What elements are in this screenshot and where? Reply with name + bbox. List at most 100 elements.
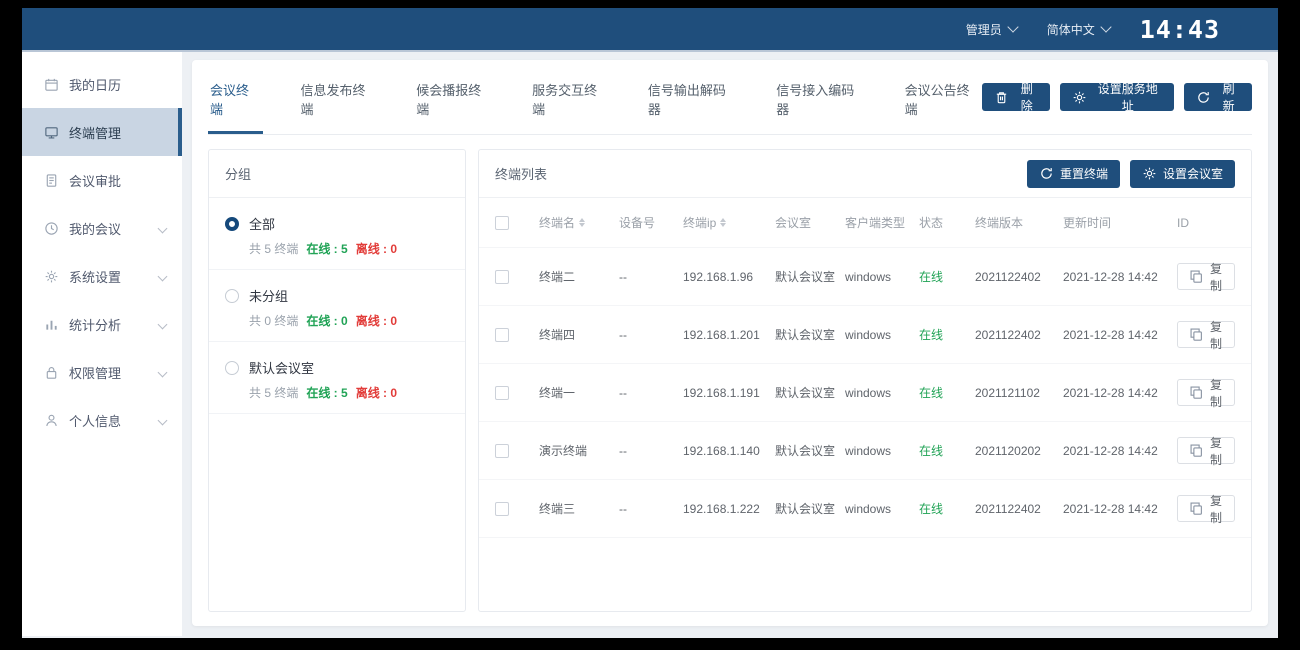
copy-id-button[interactable]: 复制 xyxy=(1177,494,1235,525)
group-total: 共 5 终端 xyxy=(249,242,299,256)
refresh-icon xyxy=(1196,90,1211,105)
copy-id-button[interactable]: 复制 xyxy=(1177,320,1235,351)
table-row: 终端三 -- 192.168.1.222 默认会议室 windows 在线 20… xyxy=(479,480,1251,538)
copy-icon xyxy=(1189,327,1204,342)
chevron-down-icon xyxy=(157,415,168,425)
copy-id-button[interactable]: 复制 xyxy=(1177,262,1235,293)
set-meeting-room-label: 设置会议室 xyxy=(1162,167,1223,181)
sidebar-item-label: 个人信息 xyxy=(69,413,122,429)
row-checkbox[interactable] xyxy=(495,385,509,400)
copy-id-button[interactable]: 复制 xyxy=(1177,378,1235,409)
cell-device-no: -- xyxy=(619,385,627,400)
tab-meeting-notice-terminal[interactable]: 会议公告终端 xyxy=(903,60,983,134)
tab-signal-input-encoder[interactable]: 信号接入编码器 xyxy=(774,60,866,134)
language-menu[interactable]: 简体中文 xyxy=(1046,21,1112,38)
delete-button-label: 删除 xyxy=(1020,82,1033,113)
cell-device-no: -- xyxy=(619,327,627,342)
copy-icon xyxy=(1189,385,1204,400)
gear-icon xyxy=(1142,166,1157,181)
tab-info-publish-terminal[interactable]: 信息发布终端 xyxy=(299,60,379,134)
cell-terminal-ip: 192.168.1.222 xyxy=(683,501,760,516)
radio-checked-icon[interactable] xyxy=(225,216,239,231)
tab-service-interaction-terminal[interactable]: 服务交互终端 xyxy=(530,60,610,134)
group-total: 共 5 终端 xyxy=(249,386,299,400)
set-meeting-room-button[interactable]: 设置会议室 xyxy=(1129,159,1235,188)
document-icon xyxy=(44,173,59,188)
delete-button[interactable]: 删除 xyxy=(982,82,1051,113)
group-total: 共 0 终端 xyxy=(249,314,299,328)
sidebar-item-label: 权限管理 xyxy=(69,365,122,381)
sidebar-item-system-settings[interactable]: 系统设置 xyxy=(22,252,182,300)
group-item-ungrouped[interactable]: 未分组 共 0 终端 在线 : 0 离线 : 0 xyxy=(209,270,465,342)
sort-icon[interactable] xyxy=(720,218,727,227)
terminal-list-panel: 终端列表 重置终端 设置会议室 终端名 设备号 终端ip 会议室 客户端类型 状… xyxy=(478,149,1252,612)
chevron-down-icon xyxy=(157,367,168,377)
cell-updated: 2021-12-28 14:42 xyxy=(1063,385,1158,400)
sidebar-item-my-meetings[interactable]: 我的会议 xyxy=(22,204,182,252)
row-checkbox[interactable] xyxy=(495,327,509,342)
sort-icon[interactable] xyxy=(579,218,586,227)
cell-updated: 2021-12-28 14:42 xyxy=(1063,501,1158,516)
cell-terminal-ip: 192.168.1.191 xyxy=(683,385,760,400)
group-online-count: 在线 : 5 xyxy=(306,386,348,400)
set-service-address-label: 设置服务地址 xyxy=(1097,82,1158,113)
main-area: 会议终端 信息发布终端 候会播报终端 服务交互终端 信号输出解码器 信号接入编码… xyxy=(182,52,1278,636)
trash-icon xyxy=(994,90,1009,105)
sidebar-item-label: 终端管理 xyxy=(69,125,122,141)
chevron-down-icon xyxy=(1100,21,1112,33)
sidebar-item-profile[interactable]: 个人信息 xyxy=(22,396,182,444)
bar-chart-icon xyxy=(44,317,59,332)
sidebar-item-meeting-approval[interactable]: 会议审批 xyxy=(22,156,182,204)
tab-signal-output-decoder[interactable]: 信号输出解码器 xyxy=(646,60,738,134)
refresh-button-label: 刷新 xyxy=(1222,82,1235,113)
row-checkbox[interactable] xyxy=(495,269,509,284)
cell-meeting-room: 默认会议室 xyxy=(775,444,836,458)
sidebar-item-permissions[interactable]: 权限管理 xyxy=(22,348,182,396)
copy-button-label: 复制 xyxy=(1209,261,1222,293)
user-menu[interactable]: 管理员 xyxy=(966,21,1019,38)
radio-icon[interactable] xyxy=(225,360,239,375)
group-name: 默认会议室 xyxy=(249,361,315,376)
cell-client-type: windows xyxy=(845,501,892,516)
select-all-checkbox[interactable] xyxy=(495,215,509,230)
radio-icon[interactable] xyxy=(225,288,239,303)
app-window: 管理员 简体中文 14:43 我的日历 终端管理 会议审批 我的会议 系统设置 … xyxy=(22,8,1278,638)
group-item-default-room[interactable]: 默认会议室 共 5 终端 在线 : 5 离线 : 0 xyxy=(209,342,465,414)
cell-device-no: -- xyxy=(619,269,627,284)
table-row: 终端四 -- 192.168.1.201 默认会议室 windows 在线 20… xyxy=(479,306,1251,364)
terminal-list-title: 终端列表 xyxy=(495,167,548,182)
column-terminal-name[interactable]: 终端名 xyxy=(539,214,575,231)
row-checkbox[interactable] xyxy=(495,443,509,458)
reset-icon xyxy=(1039,166,1054,181)
gear-icon xyxy=(1072,90,1087,105)
cell-terminal-ip: 192.168.1.140 xyxy=(683,443,760,458)
column-updated: 更新时间 xyxy=(1063,216,1112,230)
language-menu-label: 简体中文 xyxy=(1046,22,1095,37)
status-badge: 在线 xyxy=(919,502,944,516)
cell-updated: 2021-12-28 14:42 xyxy=(1063,443,1158,458)
lock-icon xyxy=(44,365,59,380)
cell-device-no: -- xyxy=(619,501,627,516)
sidebar-item-my-calendar[interactable]: 我的日历 xyxy=(22,60,182,108)
tab-waiting-broadcast-terminal[interactable]: 候会播报终端 xyxy=(414,60,494,134)
copy-id-button[interactable]: 复制 xyxy=(1177,436,1235,467)
sidebar-item-statistics[interactable]: 统计分析 xyxy=(22,300,182,348)
group-offline-count: 离线 : 0 xyxy=(355,314,398,328)
set-service-address-button[interactable]: 设置服务地址 xyxy=(1060,82,1175,113)
column-terminal-ip[interactable]: 终端ip xyxy=(683,214,716,231)
column-version: 终端版本 xyxy=(975,216,1024,230)
group-online-count: 在线 : 5 xyxy=(306,242,348,256)
tab-meeting-terminal[interactable]: 会议终端 xyxy=(208,60,263,134)
sidebar-item-terminal-management[interactable]: 终端管理 xyxy=(22,108,182,156)
sidebar-item-label: 系统设置 xyxy=(69,269,122,285)
refresh-button[interactable]: 刷新 xyxy=(1184,82,1252,113)
cell-client-type: windows xyxy=(845,269,892,284)
group-item-all[interactable]: 全部 共 5 终端 在线 : 5 离线 : 0 xyxy=(209,198,465,270)
table-header: 终端名 设备号 终端ip 会议室 客户端类型 状态 终端版本 更新时间 ID xyxy=(479,198,1251,248)
copy-icon xyxy=(1189,443,1204,458)
column-client-type: 客户端类型 xyxy=(845,216,906,230)
column-device-no: 设备号 xyxy=(619,216,656,230)
cell-terminal-ip: 192.168.1.201 xyxy=(683,327,760,342)
reset-terminal-button[interactable]: 重置终端 xyxy=(1026,159,1120,188)
row-checkbox[interactable] xyxy=(495,501,509,516)
